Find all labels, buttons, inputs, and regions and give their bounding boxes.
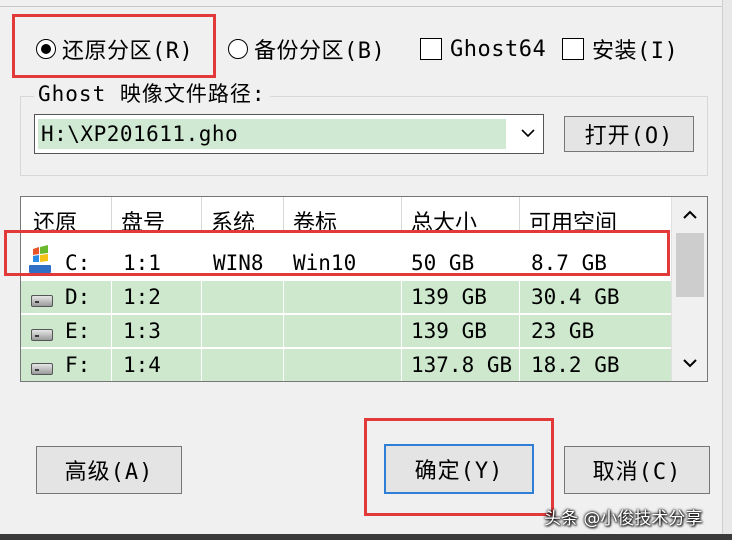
cell-divider bbox=[201, 315, 202, 347]
header-free-space[interactable]: 可用空间 bbox=[529, 205, 617, 237]
header-divider bbox=[401, 197, 402, 233]
header-volume-label[interactable]: 卷标 bbox=[293, 205, 337, 237]
ok-button[interactable]: 确定(Y) bbox=[384, 444, 534, 494]
partition-list-header: 还原 盘号 系统 卷标 总大小 可用空间 bbox=[21, 197, 671, 236]
cell-divider bbox=[111, 281, 112, 313]
scroll-down-icon[interactable] bbox=[682, 355, 698, 371]
cell-divider bbox=[401, 349, 402, 381]
checkbox-icon bbox=[420, 38, 442, 60]
scroll-up-icon[interactable] bbox=[682, 207, 698, 223]
cell-divider bbox=[111, 315, 112, 347]
ghost64-checkbox[interactable]: Ghost64 bbox=[420, 32, 546, 66]
header-divider bbox=[283, 197, 284, 233]
cell-divider bbox=[111, 349, 112, 381]
hard-drive-icon bbox=[31, 329, 53, 341]
cancel-button[interactable]: 取消(C) bbox=[564, 446, 710, 494]
image-path-value: H:\XP201611.gho bbox=[41, 122, 239, 146]
backup-partition-label: 备份分区(B) bbox=[254, 39, 386, 64]
window-right-edge bbox=[722, 0, 732, 540]
drive-letter: F: bbox=[65, 353, 91, 377]
hard-drive-icon bbox=[31, 295, 53, 307]
cell-divider bbox=[519, 281, 520, 313]
partition-row-c[interactable]: C: 1:1 WIN8 Win10 50 GB 8.7 GB bbox=[21, 245, 671, 279]
disk-number: 1:1 bbox=[123, 251, 161, 275]
partition-list[interactable]: 还原 盘号 系统 卷标 总大小 可用空间 C: 1:1 WIN8 Win10 5… bbox=[20, 196, 708, 382]
free-space: 8.7 GB bbox=[531, 251, 607, 275]
disk-number: 1:3 bbox=[123, 319, 161, 343]
cell-divider bbox=[283, 349, 284, 381]
cell-divider bbox=[519, 315, 520, 347]
image-path-combobox[interactable]: H:\XP201611.gho bbox=[34, 114, 544, 154]
radio-selected-icon bbox=[36, 39, 56, 59]
volume-label: Win10 bbox=[293, 251, 357, 275]
restore-partition-label: 还原分区(R) bbox=[62, 39, 194, 64]
chevron-down-icon[interactable] bbox=[521, 126, 535, 140]
cell-divider bbox=[283, 315, 284, 347]
install-checkbox[interactable]: 安装(I) bbox=[562, 32, 678, 66]
cell-divider bbox=[283, 281, 284, 313]
header-divider bbox=[519, 197, 520, 233]
partition-row-f[interactable]: F: 1:4 137.8 GB 18.2 GB bbox=[21, 349, 671, 381]
cell-divider bbox=[201, 281, 202, 313]
total-size: 139 GB bbox=[411, 319, 487, 343]
total-size: 139 GB bbox=[411, 285, 487, 309]
system-name: WIN8 bbox=[213, 251, 264, 275]
disk-number: 1:2 bbox=[123, 285, 161, 309]
free-space: 18.2 GB bbox=[531, 353, 620, 377]
header-divider bbox=[111, 197, 112, 233]
window-top-edge bbox=[0, 0, 732, 7]
cell-divider bbox=[401, 281, 402, 313]
bottom-edge bbox=[0, 534, 732, 540]
scrollbar-thumb[interactable] bbox=[676, 233, 704, 297]
watermark-text: 头条 @小俊技术分享 bbox=[544, 509, 703, 529]
open-button[interactable]: 打开(O) bbox=[564, 116, 694, 152]
drive-letter: C: bbox=[65, 251, 91, 275]
image-path-label: Ghost 映像文件路径: bbox=[34, 78, 270, 108]
free-space: 30.4 GB bbox=[531, 285, 620, 309]
cell-divider bbox=[201, 349, 202, 381]
header-restore[interactable]: 还原 bbox=[33, 205, 77, 237]
cell-divider bbox=[519, 349, 520, 381]
total-size: 50 GB bbox=[411, 251, 475, 275]
header-total-size[interactable]: 总大小 bbox=[411, 205, 477, 237]
radio-unselected-icon bbox=[228, 39, 248, 59]
windows-drive-icon bbox=[29, 245, 51, 273]
backup-partition-radio[interactable]: 备份分区(B) bbox=[228, 32, 385, 66]
disk-number: 1:4 bbox=[123, 353, 161, 377]
drive-letter: E: bbox=[65, 319, 91, 343]
total-size: 137.8 GB bbox=[411, 353, 513, 377]
drive-letter: D: bbox=[65, 285, 91, 309]
cell-divider bbox=[401, 315, 402, 347]
header-disk[interactable]: 盘号 bbox=[121, 205, 165, 237]
header-divider bbox=[201, 197, 202, 233]
hard-drive-icon bbox=[31, 363, 53, 375]
restore-partition-radio[interactable]: 还原分区(R) bbox=[36, 32, 193, 66]
checkbox-icon bbox=[562, 38, 584, 60]
header-system[interactable]: 系统 bbox=[211, 205, 255, 237]
free-space: 23 GB bbox=[531, 319, 595, 343]
partition-row-d[interactable]: D: 1:2 139 GB 30.4 GB bbox=[21, 281, 671, 313]
ghost64-label: Ghost64 bbox=[450, 36, 547, 62]
vertical-scrollbar[interactable] bbox=[671, 197, 707, 381]
install-label: 安装(I) bbox=[592, 39, 679, 64]
advanced-button[interactable]: 高级(A) bbox=[36, 446, 182, 494]
partition-row-e[interactable]: E: 1:3 139 GB 23 GB bbox=[21, 315, 671, 347]
